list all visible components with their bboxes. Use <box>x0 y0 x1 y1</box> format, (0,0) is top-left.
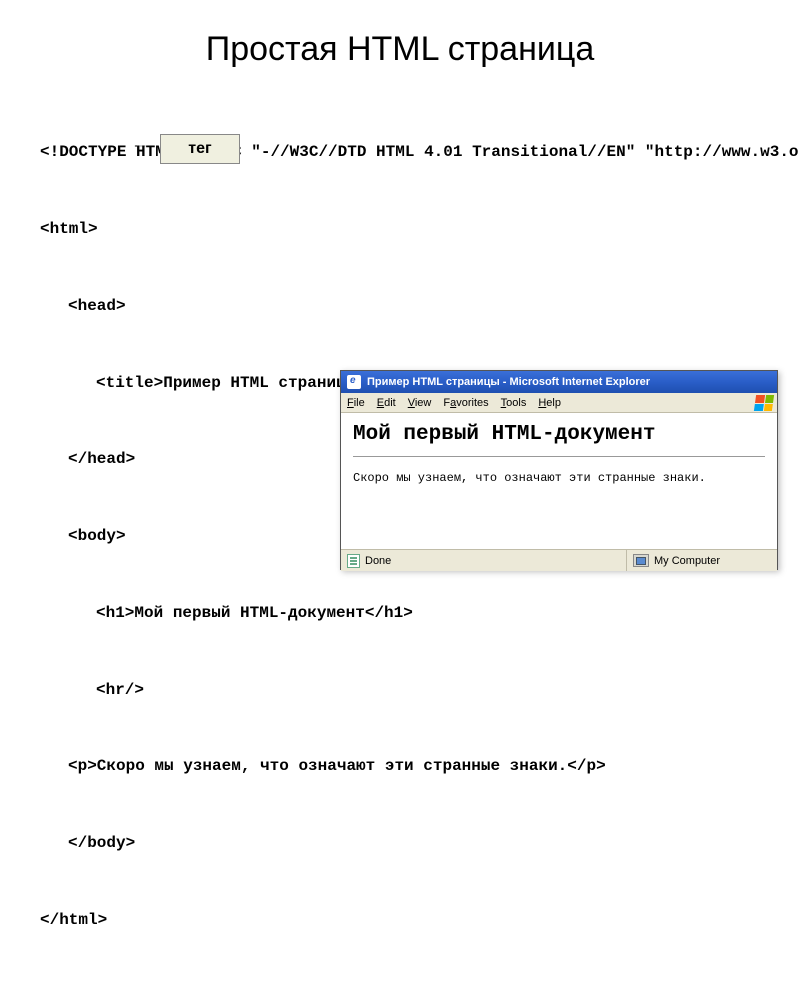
status-done-label: Done <box>365 555 391 567</box>
rendered-h1: Мой первый HTML-документ <box>353 423 765 446</box>
rendered-paragraph: Скоро мы узнаем, что означают эти странн… <box>353 471 765 485</box>
menu-help[interactable]: Help <box>538 397 561 409</box>
browser-content: Мой первый HTML-документ Скоро мы узнаем… <box>341 413 777 549</box>
menu-edit[interactable]: Edit <box>377 397 396 409</box>
callout-label: тег <box>188 140 211 158</box>
code-body-close: </body> <box>40 831 760 857</box>
browser-menubar: File Edit View Favorites Tools Help <box>341 393 777 413</box>
document-icon <box>347 554 360 568</box>
code-html-open: <html> <box>40 217 760 243</box>
status-zone-label: My Computer <box>654 555 720 567</box>
code-h1-line: <h1>Мой первый HTML-документ</h1> <box>40 601 760 627</box>
menu-view[interactable]: View <box>408 397 432 409</box>
computer-icon <box>633 554 649 567</box>
code-html-close: </html> <box>40 908 760 934</box>
code-head-open: <head> <box>40 294 760 320</box>
browser-title: Пример HTML страницы - Microsoft Interne… <box>367 376 650 388</box>
windows-flag-icon <box>754 395 774 411</box>
browser-statusbar: Done My Computer <box>341 549 777 571</box>
menu-favorites[interactable]: Favorites <box>443 397 488 409</box>
browser-titlebar: Пример HTML страницы - Microsoft Interne… <box>341 371 777 393</box>
menu-tools[interactable]: Tools <box>501 397 527 409</box>
code-doctype: <!DOCTYPE HTML PUBLIC "-//W3C//DTD HTML … <box>40 140 600 166</box>
code-p-line: <p>Скоро мы узнаем, что означают эти стр… <box>40 754 680 780</box>
browser-window: Пример HTML страницы - Microsoft Interne… <box>340 370 778 570</box>
callout-box: тег <box>160 134 240 164</box>
menu-file[interactable]: File <box>347 397 365 409</box>
rendered-hr <box>353 456 765 457</box>
code-hr-line: <hr/> <box>40 678 760 704</box>
slide-title: Простая HTML страница <box>40 30 760 69</box>
ie-icon <box>347 375 361 389</box>
